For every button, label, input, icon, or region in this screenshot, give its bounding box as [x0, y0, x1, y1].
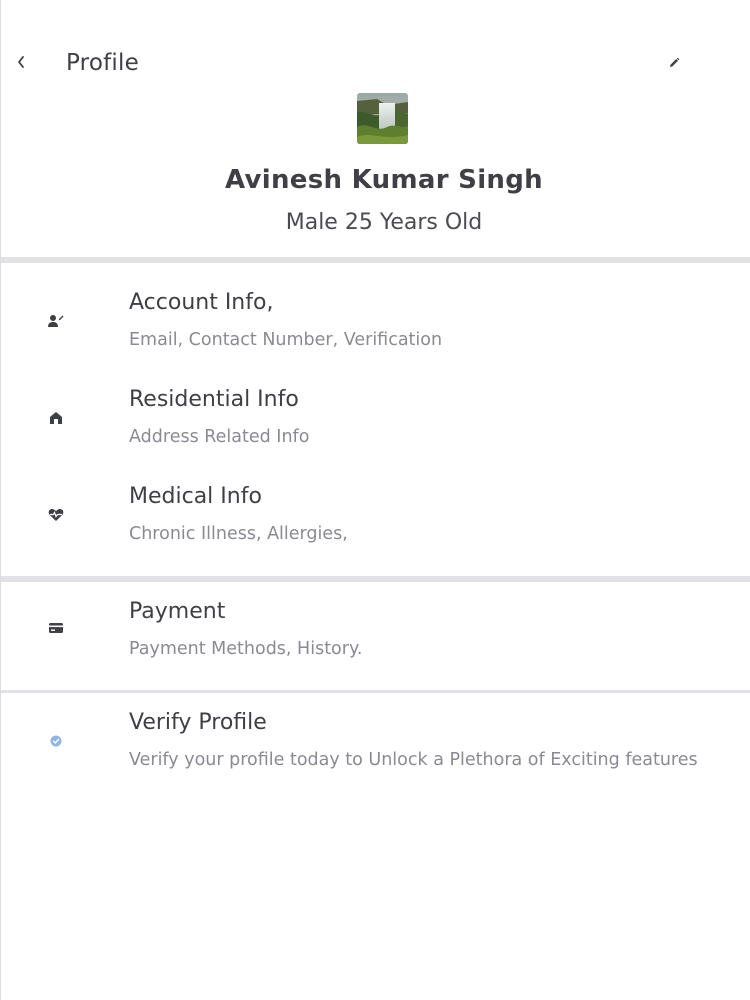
- profile-subtitle: Male 25 Years Old: [285, 210, 483, 235]
- menu-item-title: Verify Profile: [129, 710, 267, 735]
- section-divider: [1, 576, 750, 582]
- pencil-icon: [670, 57, 680, 67]
- menu-item-subtitle: Address Related Info: [129, 427, 310, 447]
- waterfall-landscape-photo: [357, 93, 408, 144]
- menu-item-subtitle: Chronic Illness, Allergies,: [129, 524, 348, 544]
- section-divider: [1, 257, 750, 263]
- user-edit-icon: [45, 310, 67, 332]
- profile-screen: Profile Avinesh Kumar Singh Male 25 Year…: [0, 0, 750, 1000]
- credit-card-icon: [45, 617, 67, 639]
- menu-item-residential-info[interactable]: Residential Info Address Related Info: [1, 387, 750, 477]
- menu-item-verify-profile[interactable]: Verify Profile Verify your profile today…: [1, 710, 750, 800]
- menu-item-medical-info[interactable]: Medical Info Chronic Illness, Allergies,: [1, 484, 750, 574]
- menu-item-title: Payment: [129, 599, 226, 624]
- avatar[interactable]: [357, 93, 408, 144]
- menu-item-title: Account Info,: [129, 290, 274, 315]
- profile-name: Avinesh Kumar Singh: [225, 165, 543, 195]
- back-button[interactable]: [11, 50, 31, 74]
- verified-badge-icon: [45, 730, 67, 752]
- menu-item-title: Medical Info: [129, 484, 262, 509]
- menu-item-subtitle: Email, Contact Number, Verification: [129, 330, 443, 350]
- menu-item-title: Residential Info: [129, 387, 299, 412]
- menu-item-subtitle: Payment Methods, History.: [129, 639, 363, 659]
- menu-item-subtitle: Verify your profile today to Unlock a Pl…: [129, 750, 698, 770]
- header: Profile Avinesh Kumar Singh Male 25 Year…: [1, 0, 750, 235]
- section-divider: [1, 690, 750, 693]
- edit-profile-button[interactable]: [664, 53, 684, 73]
- heart-pulse-icon: [45, 504, 67, 526]
- page-title: Profile: [66, 50, 139, 76]
- chevron-left-icon: [18, 56, 24, 68]
- home-icon: [45, 407, 67, 429]
- menu-item-payment[interactable]: Payment Payment Methods, History.: [1, 599, 750, 689]
- menu-item-account-info[interactable]: Account Info, Email, Contact Number, Ver…: [1, 290, 750, 380]
